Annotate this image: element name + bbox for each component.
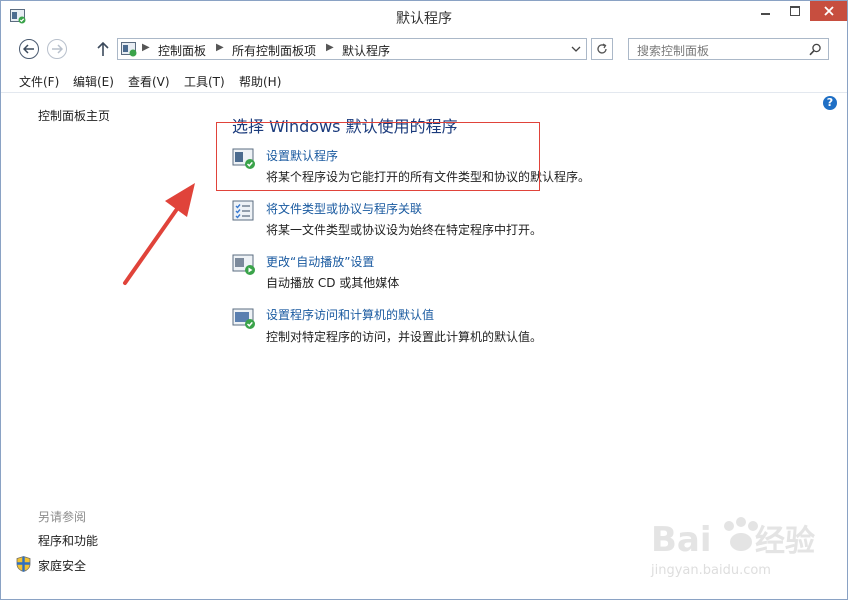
- close-icon: [823, 6, 834, 16]
- red-arrow-annotation: [123, 183, 195, 285]
- navigation-bar: ▶ 控制面板 ▶ 所有控制面板项 ▶ 默认程序 搜索控制面板: [1, 32, 847, 68]
- minimize-button[interactable]: [751, 1, 779, 21]
- search-icon[interactable]: [809, 43, 822, 56]
- refresh-icon: [597, 43, 607, 54]
- close-button[interactable]: [810, 1, 847, 21]
- program-access-defaults-desc: 控制对特定程序的访问，并设置此计算机的默认值。: [266, 330, 543, 344]
- menu-edit[interactable]: 编辑(E): [73, 73, 114, 90]
- program-access-icon: [232, 308, 255, 329]
- svg-text:经验: 经验: [755, 524, 815, 559]
- search-input[interactable]: 搜索控制面板: [628, 38, 829, 60]
- program-access-defaults-link[interactable]: 设置程序访问和计算机的默认值: [266, 306, 434, 323]
- see-also-header: 另请参阅: [38, 510, 87, 524]
- search-placeholder: 搜索控制面板: [637, 44, 710, 58]
- family-safety-shield-icon: [16, 556, 31, 572]
- watermark-url: jingyan.baidu.com: [651, 563, 771, 578]
- file-association-icon: [232, 200, 254, 221]
- menu-bar: 文件(F) 编辑(E) 查看(V) 工具(T) 帮助(H): [1, 68, 847, 93]
- window-title: 默认程序: [396, 11, 452, 27]
- autoplay-icon: [232, 254, 255, 275]
- control-panel-icon: [121, 42, 137, 57]
- svg-text:Bai: Bai: [651, 520, 712, 560]
- breadcrumb-all-items[interactable]: 所有控制面板项: [232, 42, 316, 59]
- title-bar: 默认程序: [1, 1, 847, 32]
- maximize-icon: [790, 6, 800, 16]
- menu-tools[interactable]: 工具(T): [184, 73, 225, 90]
- menu-file[interactable]: 文件(F): [19, 73, 59, 90]
- highlight-box: [216, 122, 540, 191]
- file-association-desc: 将某一文件类型或协议设为始终在特定程序中打开。: [266, 223, 543, 237]
- file-association-link[interactable]: 将文件类型或协议与程序关联: [266, 200, 422, 217]
- forward-button[interactable]: [47, 39, 67, 59]
- autoplay-settings-desc: 自动播放 CD 或其他媒体: [266, 276, 400, 290]
- address-bar[interactable]: ▶ 控制面板 ▶ 所有控制面板项 ▶ 默认程序: [117, 38, 587, 60]
- breadcrumb-control-panel[interactable]: 控制面板: [158, 42, 206, 59]
- family-safety-link[interactable]: 家庭安全: [38, 557, 86, 574]
- chevron-right-icon[interactable]: ▶: [142, 42, 150, 53]
- arrow-left-icon: [23, 44, 34, 54]
- help-icon[interactable]: ?: [823, 96, 837, 110]
- menu-view[interactable]: 查看(V): [128, 73, 170, 90]
- control-panel-window: 默认程序 ▶ 控制面板 ▶ 所有控制面板项 ▶ 默认程序 搜索控制面板 文件(F…: [0, 0, 848, 600]
- control-panel-home-link[interactable]: 控制面板主页: [38, 107, 110, 124]
- arrow-right-icon: [52, 44, 63, 54]
- breadcrumb-default-programs[interactable]: 默认程序: [342, 42, 390, 59]
- chevron-right-icon[interactable]: ▶: [216, 42, 224, 53]
- up-arrow-icon[interactable]: [95, 40, 111, 58]
- back-button[interactable]: [19, 39, 39, 59]
- autoplay-settings-link[interactable]: 更改“自动播放”设置: [266, 253, 374, 270]
- menu-help[interactable]: 帮助(H): [239, 73, 281, 90]
- maximize-button[interactable]: [781, 1, 809, 21]
- refresh-button[interactable]: [591, 38, 613, 60]
- minimize-icon: [760, 12, 770, 15]
- programs-and-features-link[interactable]: 程序和功能: [38, 532, 98, 549]
- chevron-down-icon[interactable]: [570, 42, 582, 56]
- chevron-right-icon[interactable]: ▶: [326, 42, 334, 53]
